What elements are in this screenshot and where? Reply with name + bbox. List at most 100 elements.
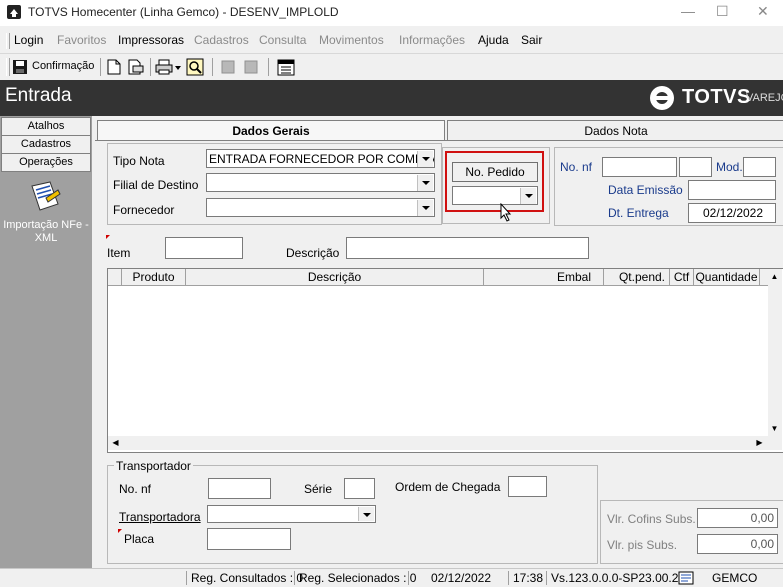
data-emissao-input[interactable] — [688, 180, 776, 200]
xml-import-icon[interactable] — [28, 180, 62, 214]
status-version: Vs.123.0.0.0-SP23.00.24 — [546, 571, 685, 585]
tipo-nota-select[interactable]: ENTRADA FORNECEDOR POR COMPRAS — [206, 149, 435, 168]
grid-row-indicator — [108, 269, 122, 285]
disabled-tool-icon[interactable] — [243, 59, 259, 79]
chevron-down-icon[interactable] — [417, 151, 433, 167]
filial-label: Filial de Destino — [113, 178, 199, 192]
search-icon[interactable] — [186, 58, 204, 78]
sidebar-item-importacao-nfe[interactable]: Importação NFe - XML — [2, 219, 90, 245]
serie-input[interactable] — [344, 478, 375, 499]
transp-no-nf-input[interactable] — [208, 478, 271, 499]
toolbar-grip — [6, 58, 10, 76]
printer-icon[interactable] — [155, 59, 181, 79]
scroll-up-icon[interactable]: ▲ — [768, 270, 781, 283]
save-icon — [13, 60, 27, 74]
print-preview-icon[interactable] — [127, 59, 145, 79]
filial-select[interactable] — [206, 173, 435, 192]
toolbar-separator — [212, 58, 213, 76]
transportadora-select[interactable] — [207, 505, 376, 523]
close-icon[interactable]: ✕ — [757, 3, 769, 20]
chevron-down-icon[interactable] — [417, 175, 433, 191]
dt-entrega-label: Dt. Entrega — [608, 206, 669, 220]
confirmacao-button[interactable]: Confirmação — [12, 57, 96, 77]
no-nf-input[interactable] — [602, 157, 677, 177]
notes-icon — [678, 571, 694, 585]
col-descricao[interactable]: Descrição — [186, 269, 484, 285]
grid-horizontal-scrollbar[interactable]: ◀ ▶ — [108, 436, 768, 450]
pis-input[interactable]: 0,00 — [697, 534, 778, 554]
tab-dados-gerais[interactable]: Dados Gerais — [97, 120, 445, 141]
menu-ajuda[interactable]: Ajuda — [478, 33, 509, 47]
item-label: Item — [107, 246, 131, 260]
dt-entrega-input[interactable]: 02/12/2022 — [688, 203, 776, 223]
dt-entrega-value: 02/12/2022 — [702, 206, 764, 220]
status-date: 02/12/2022 — [408, 571, 509, 585]
totvs-logo-icon — [650, 86, 674, 110]
cofins-input[interactable]: 0,00 — [697, 508, 778, 528]
cofins-label: Vlr. Cofins Subs. — [607, 512, 696, 526]
ordem-chegada-input[interactable] — [508, 476, 547, 497]
menu-bar: Login Favoritos Impressoras Cadastros Co… — [0, 30, 783, 52]
fornecedor-label: Fornecedor — [113, 203, 175, 217]
chevron-down-icon[interactable] — [520, 188, 536, 204]
scroll-right-icon[interactable]: ▶ — [753, 436, 766, 449]
menu-cadastros[interactable]: Cadastros — [194, 33, 249, 47]
app-icon — [7, 5, 21, 19]
module-title: Entrada — [5, 85, 72, 106]
status-bar: Reg. Consultados : 0 Reg. Selecionados :… — [0, 568, 783, 587]
new-document-icon[interactable] — [107, 59, 121, 79]
menu-grip — [6, 33, 10, 49]
sidebar: Atalhos Cadastros Operações Importação N… — [0, 116, 92, 568]
sidebar-cadastros[interactable]: Cadastros — [1, 135, 91, 154]
chevron-down-icon[interactable] — [358, 507, 374, 521]
menu-consulta[interactable]: Consulta — [259, 33, 306, 47]
ordem-chegada-label: Ordem de Chegada — [395, 480, 501, 494]
sidebar-operacoes[interactable]: Operações — [1, 153, 91, 172]
toolbar-separator — [150, 58, 151, 76]
status-reg-consultados: Reg. Consultados : 0 — [186, 571, 303, 585]
col-ctf[interactable]: Ctf — [670, 269, 694, 285]
cofins-value: 0,00 — [750, 511, 774, 525]
mouse-cursor-icon — [500, 203, 512, 222]
calendar-icon[interactable] — [277, 58, 295, 78]
items-grid: Produto Descrição Embal Qt.pend. Ctf Qua… — [107, 268, 783, 453]
item-input[interactable] — [165, 237, 243, 259]
required-mark — [118, 529, 122, 533]
placa-input[interactable] — [207, 528, 291, 550]
col-quantidade[interactable]: Quantidade — [694, 269, 760, 285]
minimize-icon[interactable]: — — [681, 3, 695, 19]
title-bar: TOTVS Homecenter (Linha Gemco) - DESENV_… — [0, 0, 783, 26]
sidebar-atalhos[interactable]: Atalhos — [1, 117, 91, 136]
menu-favoritos[interactable]: Favoritos — [57, 33, 106, 47]
transportadora-label[interactable]: Transportadora — [119, 510, 201, 524]
menu-login[interactable]: Login — [14, 33, 43, 47]
logo-subtext: VAREJO — [746, 92, 783, 104]
grid-header: Produto Descrição Embal Qt.pend. Ctf Qua… — [108, 269, 770, 286]
serie-nf-input[interactable] — [679, 157, 712, 177]
tab-dados-nota[interactable]: Dados Nota — [447, 120, 783, 141]
maximize-icon[interactable]: ☐ — [716, 3, 729, 20]
pedido-select[interactable] — [452, 186, 538, 205]
scroll-left-icon[interactable]: ◀ — [109, 436, 122, 449]
col-embal[interactable]: Embal — [484, 269, 604, 285]
fornecedor-select[interactable] — [206, 198, 435, 217]
col-produto[interactable]: Produto — [122, 269, 186, 285]
scroll-down-icon[interactable]: ▼ — [768, 422, 781, 435]
menu-movimentos[interactable]: Movimentos — [319, 33, 384, 47]
status-time: 17:38 — [508, 571, 543, 585]
tipo-nota-value: ENTRADA FORNECEDOR POR COMPRAS — [209, 152, 435, 166]
menu-informacoes[interactable]: Informações — [399, 33, 465, 47]
descricao-input[interactable] — [346, 237, 589, 259]
serie-label: Série — [304, 482, 333, 496]
col-qt-pend[interactable]: Qt.pend. — [604, 269, 670, 285]
toolbar-separator — [268, 58, 269, 76]
grid-vertical-scrollbar[interactable]: ▲ ▼ — [768, 269, 782, 450]
disabled-tool-icon[interactable] — [220, 59, 236, 79]
menu-impressoras[interactable]: Impressoras — [118, 33, 184, 47]
tipo-nota-label: Tipo Nota — [113, 154, 165, 168]
mod-input[interactable] — [743, 157, 776, 177]
no-pedido-button[interactable]: No. Pedido — [452, 162, 538, 182]
chevron-down-icon[interactable] — [417, 200, 433, 216]
menu-sair[interactable]: Sair — [521, 33, 542, 47]
status-user: GEMCO — [712, 571, 758, 585]
